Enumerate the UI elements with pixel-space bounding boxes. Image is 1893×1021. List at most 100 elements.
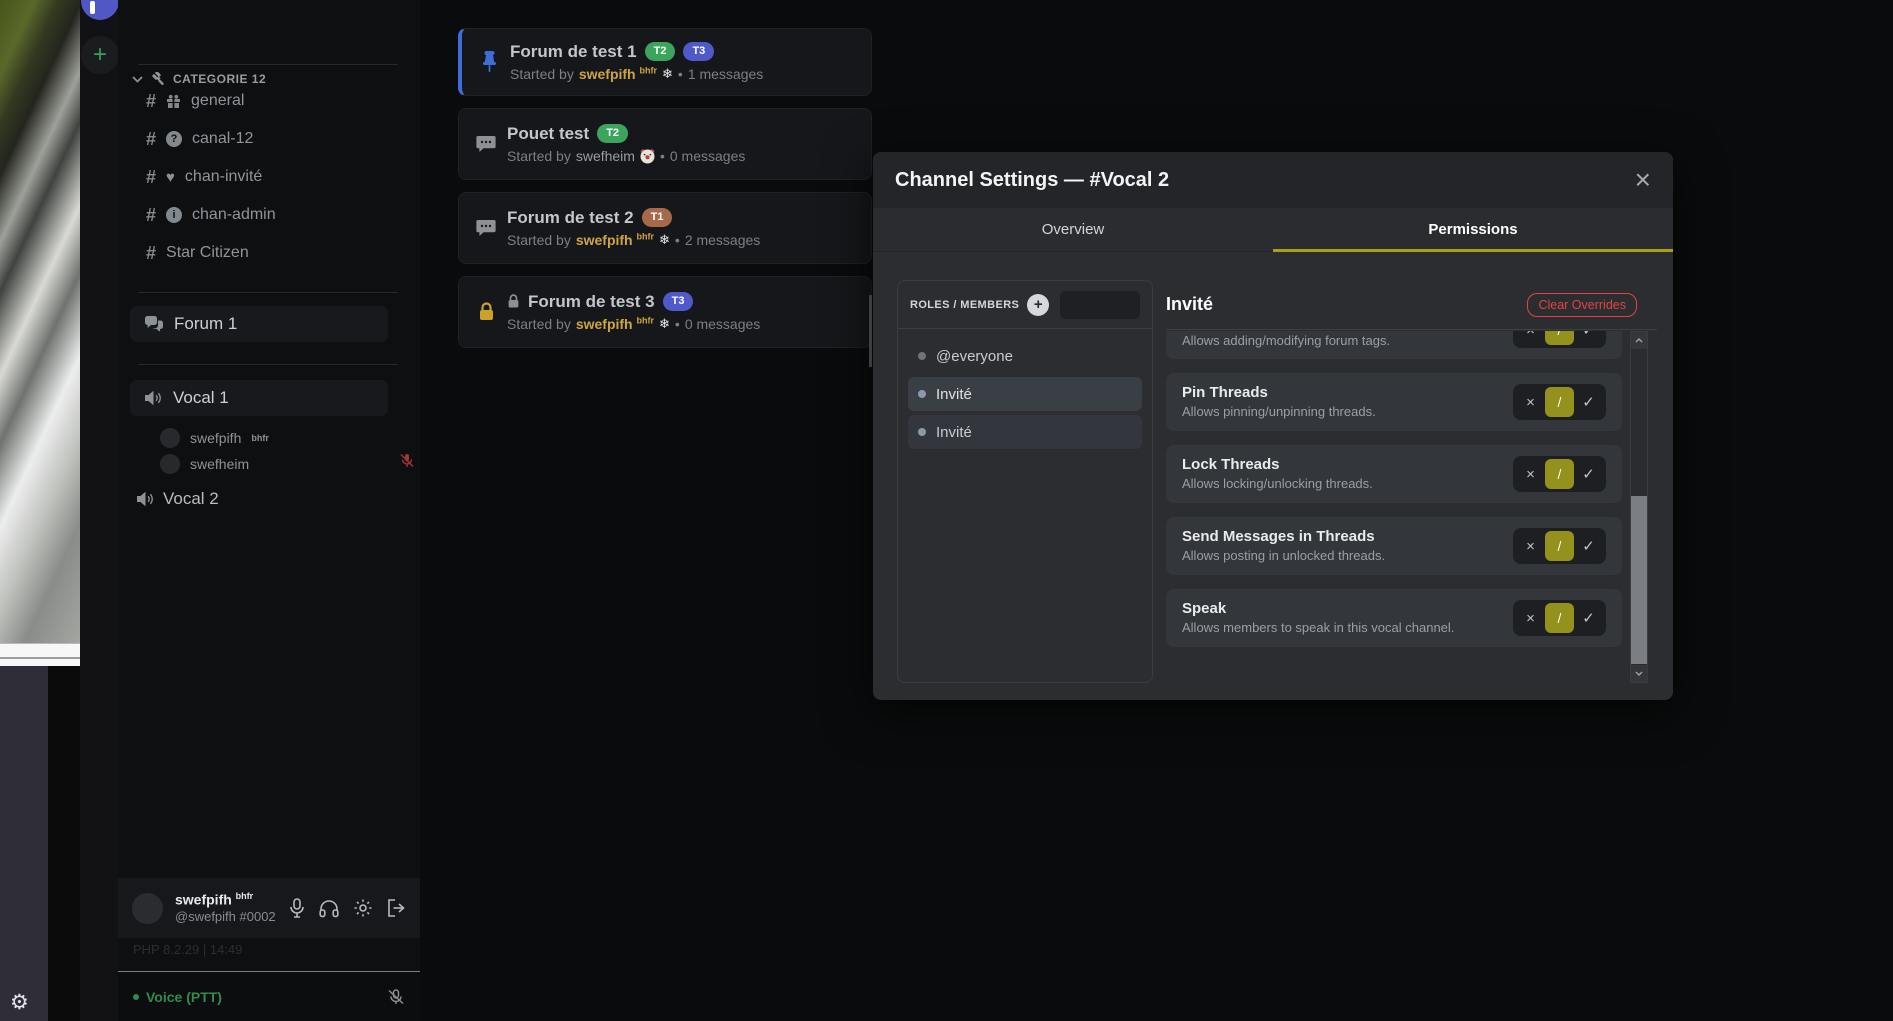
info-circle-icon: i: [166, 207, 182, 223]
deny-button[interactable]: ×: [1516, 387, 1545, 417]
question-circle-icon: ?: [166, 131, 182, 147]
headphones-icon[interactable]: [319, 899, 339, 918]
roles-panel-header: ROLES / MEMBERS +: [898, 281, 1152, 329]
tab-overview[interactable]: Overview: [873, 208, 1273, 251]
tag-badge: T3: [663, 292, 694, 311]
post-author[interactable]: swefpifh bhfr: [576, 314, 654, 334]
post-author[interactable]: swefpifh bhfr: [579, 64, 657, 84]
channel-name: general: [191, 92, 244, 110]
desktop-dark-area: [48, 666, 80, 1021]
settings-gear-icon[interactable]: ⚙: [10, 992, 29, 1013]
sidebar-item-forum-1[interactable]: Forum 1: [130, 306, 388, 342]
permission-toggle: × / ✓: [1513, 528, 1606, 564]
background-window-divider: [0, 657, 80, 659]
post-author[interactable]: swefheim: [576, 146, 635, 166]
permission-texts: Send Messages in Threads Allows posting …: [1182, 526, 1385, 565]
forum-list-scrollbar[interactable]: [869, 295, 872, 367]
member-suffix: bhfr: [251, 433, 269, 443]
scrollbar-thumb[interactable]: [1631, 496, 1647, 664]
roles-header-label: ROLES / MEMBERS: [910, 299, 1019, 311]
role-color-dot: [918, 352, 926, 360]
forum-post-pouet-test[interactable]: Pouet test T2 Started by swefheim • 0 me…: [458, 108, 872, 180]
deny-button[interactable]: ×: [1516, 331, 1545, 345]
hash-icon: #: [146, 205, 156, 226]
voice-channel-name: Vocal 2: [163, 489, 219, 509]
server-icon[interactable]: [81, 0, 119, 20]
permissions-scrollbar[interactable]: [1630, 331, 1648, 683]
heart-icon: ♥: [166, 169, 175, 186]
microphone-icon[interactable]: [289, 898, 305, 918]
permission-row-pin-threads: Pin Threads Allows pinning/unpinning thr…: [1166, 373, 1622, 431]
neutral-button[interactable]: /: [1545, 459, 1574, 489]
voice-member-swefheim[interactable]: swefheim: [160, 452, 249, 476]
deny-button[interactable]: ×: [1516, 603, 1545, 633]
allow-button[interactable]: ✓: [1574, 387, 1603, 417]
sidebar-item-star-citizen[interactable]: # Star Citizen: [146, 239, 249, 267]
neutral-button[interactable]: /: [1545, 331, 1574, 345]
member-name: swefpifh: [190, 430, 241, 446]
post-author[interactable]: swefpifh bhfr: [576, 230, 654, 250]
forum-post-forum-de-test-2[interactable]: Forum de test 2 T1 Started by swefpifh b…: [458, 192, 872, 264]
sidebar-item-general[interactable]: # general: [146, 87, 244, 115]
deny-button[interactable]: ×: [1516, 459, 1545, 489]
forum-post-forum-de-test-1[interactable]: Forum de test 1 T2 T3 Started by swefpif…: [458, 28, 872, 96]
gift-icon: [166, 94, 181, 109]
allow-button[interactable]: ✓: [1574, 603, 1603, 633]
neutral-button[interactable]: /: [1545, 387, 1574, 417]
server-icon-glyph: [90, 1, 95, 14]
channel-sidebar: CATEGORIE 12 # general # ? canal-12 # ♥ …: [118, 0, 420, 1021]
avatar: [160, 454, 180, 474]
post-title: Forum de test 1: [510, 40, 637, 65]
permission-texts: Lock Threads Allows locking/unlocking th…: [1182, 454, 1373, 493]
role-item-invite-1[interactable]: Invité: [908, 377, 1142, 411]
sidebar-item-chan-admin[interactable]: # i chan-admin: [146, 201, 276, 229]
voice-member-swefpifh[interactable]: swefpifh bhfr: [160, 426, 269, 450]
permission-texts: Pin Threads Allows pinning/unpinning thr…: [1182, 382, 1376, 421]
sidebar-item-chan-invite[interactable]: # ♥ chan-invité: [146, 163, 262, 191]
add-role-button[interactable]: +: [1027, 294, 1049, 316]
neutral-button[interactable]: /: [1545, 531, 1574, 561]
post-message-count: 1 messages: [688, 64, 763, 84]
add-server-button[interactable]: +: [81, 36, 119, 74]
gear-icon[interactable]: [353, 898, 373, 918]
sidebar-divider: [138, 292, 398, 293]
sidebar-item-vocal-2[interactable]: Vocal 2: [136, 486, 219, 512]
modal-header: Channel Settings — #Vocal 2 ×: [873, 152, 1673, 208]
tab-permissions[interactable]: Permissions: [1273, 208, 1673, 251]
mic-slash-icon[interactable]: [387, 988, 405, 1006]
roles-search-input[interactable]: [1060, 291, 1140, 319]
deny-button[interactable]: ×: [1516, 531, 1545, 561]
allow-button[interactable]: ✓: [1574, 531, 1603, 561]
permission-name: Lock Threads: [1182, 454, 1373, 475]
post-subtitle: Started by swefheim • 0 messages: [507, 146, 745, 166]
close-icon[interactable]: ×: [1635, 166, 1651, 194]
allow-button[interactable]: ✓: [1574, 459, 1603, 489]
permission-description: Allows pinning/unpinning threads.: [1182, 403, 1376, 421]
role-item-invite-2[interactable]: Invité: [908, 415, 1142, 449]
post-message-count: 0 messages: [670, 146, 745, 166]
role-color-dot: [918, 428, 926, 436]
scroll-up-button[interactable]: [1631, 332, 1647, 349]
role-item-everyone[interactable]: @everyone: [908, 339, 1142, 373]
clear-overrides-button[interactable]: Clear Overrides: [1527, 293, 1637, 317]
category-categorie-12[interactable]: CATEGORIE 12: [132, 69, 266, 89]
allow-button[interactable]: ✓: [1574, 331, 1603, 345]
server-rail: +: [80, 0, 118, 1021]
permission-toggle: × / ✓: [1513, 600, 1606, 636]
separator: •: [675, 314, 680, 334]
permissions-scroll-area: Allows adding/modifying forum tags. × / …: [1166, 331, 1622, 683]
tag-badge: T2: [645, 42, 676, 61]
sidebar-item-canal-12[interactable]: # ? canal-12: [146, 125, 253, 153]
scroll-down-button[interactable]: [1631, 665, 1647, 682]
logout-icon[interactable]: [387, 899, 406, 917]
sidebar-item-vocal-1[interactable]: Vocal 1: [130, 380, 388, 416]
app-screen: ⚙ + CATEGORIE 12 # general # ? canal-12 …: [0, 0, 1893, 1021]
avatar[interactable]: [132, 893, 163, 924]
neutral-button[interactable]: /: [1545, 603, 1574, 633]
voice-ptt-bar: Voice (PTT): [118, 972, 420, 1021]
permissions-header: Invité Clear Overrides: [1166, 280, 1657, 330]
permission-name: Speak: [1182, 598, 1454, 619]
chevron-down-icon: [1635, 671, 1643, 676]
forum-post-forum-de-test-3[interactable]: Forum de test 3 T3 Started by swefpifh b…: [458, 276, 872, 348]
locked-icon: [507, 294, 520, 309]
